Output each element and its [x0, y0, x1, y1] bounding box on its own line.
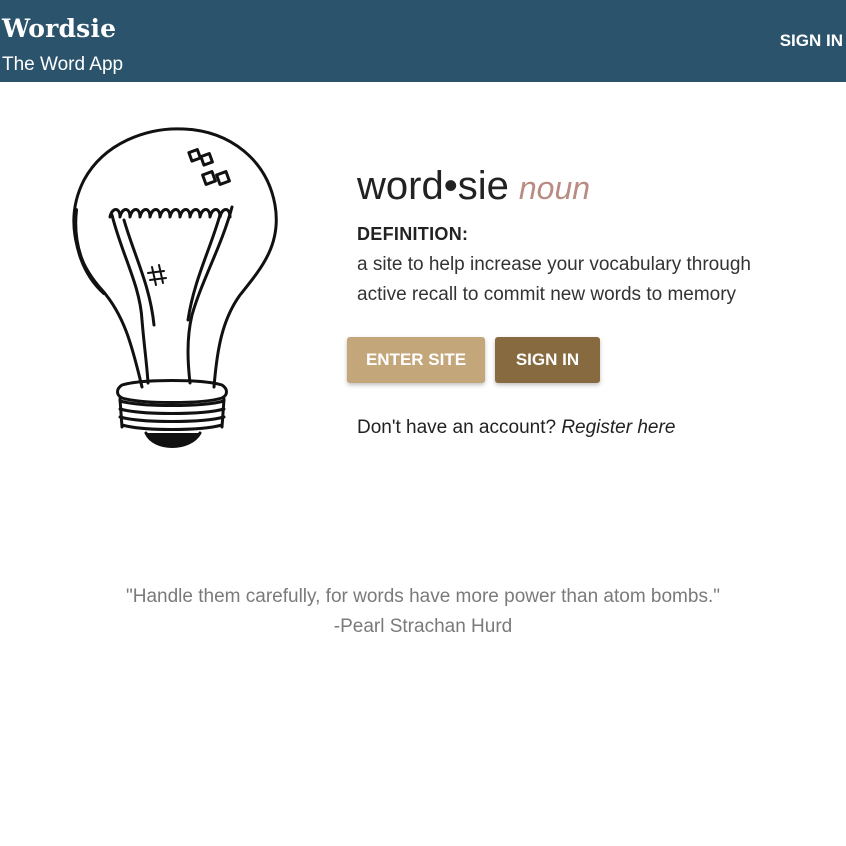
- quote-text: "Handle them carefully, for words have m…: [126, 586, 720, 607]
- part-of-speech: noun: [518, 170, 591, 206]
- enter-site-button[interactable]: ENTER SITE: [347, 337, 485, 383]
- definition-label: DEFINITION:: [357, 224, 469, 244]
- lightbulb-illustration: [72, 127, 278, 448]
- word-heading: word•sie noun: [357, 162, 827, 212]
- definition-text: a site to help increase your vocabulary …: [357, 254, 751, 305]
- landing-page: Wordsie The Word App SIGN IN word•sie no…: [0, 0, 846, 846]
- quote-block: "Handle them carefully, for words have m…: [0, 582, 846, 642]
- register-prompt: Don't have an account?: [357, 417, 557, 438]
- register-prompt-line: Don't have an account? Register here: [357, 416, 675, 440]
- register-link[interactable]: Register here: [561, 417, 675, 438]
- brand-name[interactable]: Wordsie: [2, 14, 116, 44]
- top-navigation-bar: Wordsie The Word App SIGN IN: [0, 0, 846, 82]
- sign-in-button[interactable]: SIGN IN: [495, 337, 600, 383]
- hero-content: word•sie noun DEFINITION: a site to help …: [347, 162, 827, 438]
- word-title: word•sie: [357, 164, 509, 208]
- brand-tagline: The Word App: [2, 54, 124, 75]
- quote-author: -Pearl Strachan Hurd: [333, 616, 513, 637]
- header-sign-in-link[interactable]: SIGN IN: [780, 30, 843, 52]
